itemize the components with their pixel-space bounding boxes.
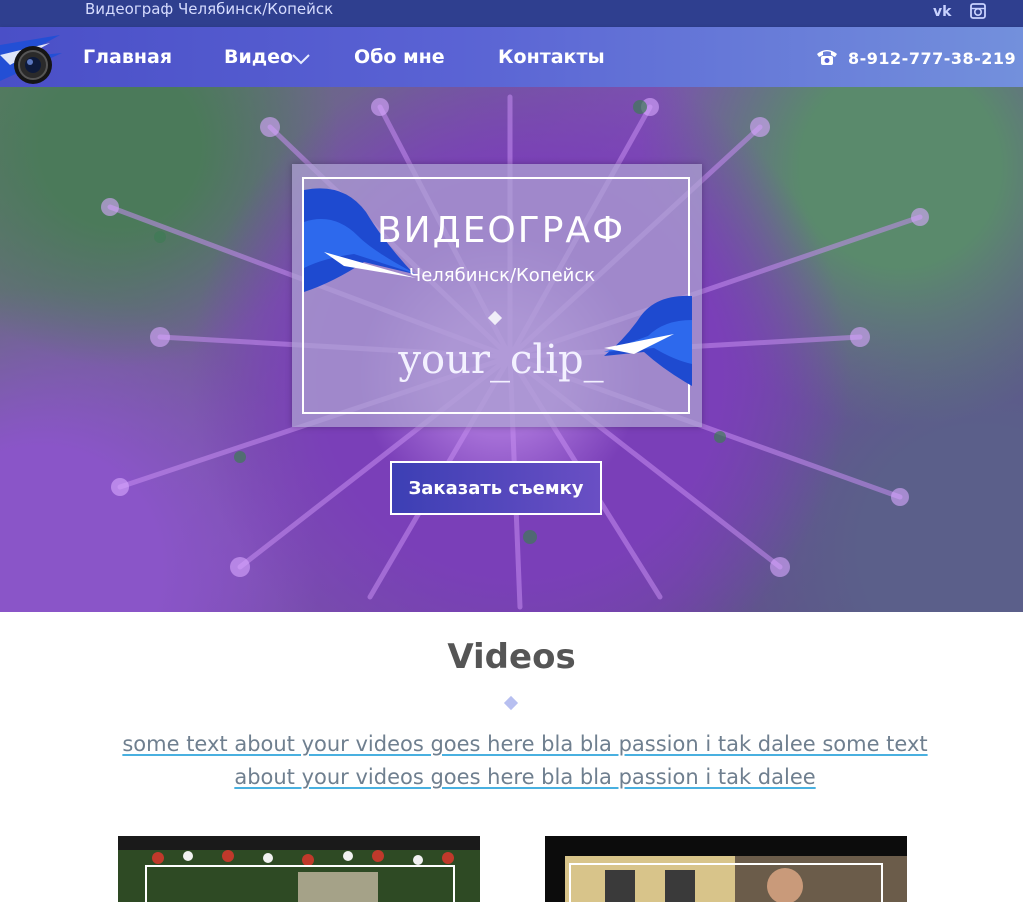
diamond-icon [503, 695, 519, 711]
title-card: ВИДЕОГРАФ Челябинск/Копейск your_clip_ [292, 164, 702, 427]
instagram-icon[interactable] [969, 2, 987, 20]
chevron-down-icon[interactable] [291, 51, 311, 65]
hero-title: ВИДЕОГРАФ [376, 210, 626, 251]
nav-item-about[interactable]: Обо мне [354, 45, 445, 69]
phone-icon [815, 47, 839, 67]
section-description[interactable]: some text about your videos goes here bl… [120, 728, 930, 794]
nav-item-contacts[interactable]: Контакты [498, 45, 605, 69]
video-thumbnail[interactable] [118, 836, 480, 902]
vk-icon[interactable]: vk [932, 2, 954, 20]
camera-lens-logo[interactable] [0, 35, 64, 91]
hero-banner: ВИДЕОГРАФ Челябинск/Копейск your_clip_ З… [0, 87, 1023, 612]
phone-number[interactable]: 8-912-777-38-219 [848, 49, 1016, 69]
site-name: Видеограф Челябинск/Копейск [85, 0, 334, 18]
main-nav: Главная Видео Обо мне Контакты 8-912-777… [0, 27, 1023, 87]
section-title: Videos [447, 637, 576, 677]
svg-text:vk: vk [933, 4, 952, 20]
order-shoot-button[interactable]: Заказать съемку [390, 461, 602, 515]
top-strip: Видеограф Челябинск/Копейск vk [0, 0, 1023, 27]
nav-item-video[interactable]: Видео [224, 45, 293, 69]
section-description-text[interactable]: some text about your videos goes here bl… [122, 732, 927, 789]
hero-clip-text: your_clip_ [398, 337, 604, 383]
video-thumbnail[interactable] [545, 836, 907, 902]
hero-subtitle: Челябинск/Копейск [408, 265, 596, 286]
nav-item-home[interactable]: Главная [83, 45, 172, 69]
